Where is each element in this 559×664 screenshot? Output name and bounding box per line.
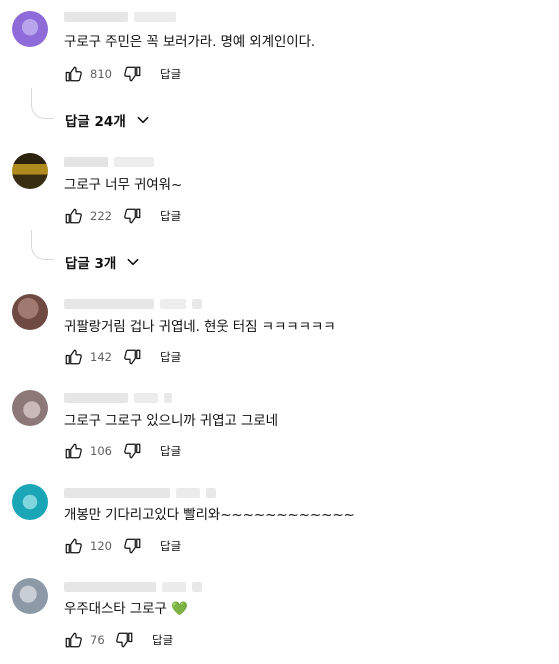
reply-button[interactable]: 답글 (160, 208, 181, 224)
author-handle-blurred[interactable] (64, 10, 176, 24)
like-count: 106 (90, 444, 112, 458)
comment-actions: 106 답글 (64, 441, 181, 461)
thumbs-up-icon[interactable] (64, 537, 82, 555)
author-handle-blurred[interactable] (64, 391, 172, 405)
comment-text: 우주대스타 그로구 💚 (64, 601, 188, 617)
author-handle-blurred[interactable] (64, 486, 216, 500)
comment-actions: 76 답글 (64, 630, 173, 650)
reply-button[interactable]: 답글 (160, 349, 181, 365)
reply-button[interactable]: 답글 (160, 538, 181, 554)
thumbs-up-icon[interactable] (64, 442, 82, 460)
avatar[interactable] (12, 484, 48, 520)
avatar[interactable] (12, 294, 48, 330)
reply-button[interactable]: 답글 (160, 66, 181, 82)
avatar[interactable] (12, 578, 48, 614)
comment-text: 귀팔랑거림 겁나 귀엽네. 현웃 터짐 ㅋㅋㅋㅋㅋㅋ (64, 319, 336, 335)
chevron-down-icon (137, 116, 149, 124)
chevron-down-icon (127, 258, 139, 266)
replies-count-label: 답글 24개 (65, 114, 126, 130)
view-replies-button[interactable]: 답글 3개 (65, 252, 140, 272)
reply-button[interactable]: 답글 (160, 443, 181, 459)
thumbs-up-icon[interactable] (64, 631, 82, 649)
like-count: 222 (90, 209, 112, 223)
like-count: 76 (90, 633, 105, 647)
comment-text: 그로구 그로구 있으니까 귀엽고 그로네 (64, 413, 278, 429)
thread-line (31, 88, 54, 119)
replies-count-label: 답글 3개 (65, 256, 117, 272)
avatar[interactable] (12, 11, 48, 47)
thumbs-down-icon[interactable] (116, 631, 134, 649)
thumbs-down-icon[interactable] (124, 442, 142, 460)
like-count: 142 (90, 350, 112, 364)
like-count: 120 (90, 539, 112, 553)
comment-text: 그로구 너무 귀여워~ (64, 177, 183, 193)
like-count: 810 (90, 67, 112, 81)
thumbs-up-icon[interactable] (64, 348, 82, 366)
reply-button[interactable]: 답글 (152, 632, 173, 648)
thumbs-up-icon[interactable] (64, 207, 82, 225)
avatar[interactable] (12, 390, 48, 426)
avatar[interactable] (12, 153, 48, 189)
comment-actions: 810 답글 (64, 64, 181, 84)
comment-actions: 142 답글 (64, 347, 181, 367)
comment-actions: 222 답글 (64, 206, 181, 226)
thumbs-up-icon[interactable] (64, 65, 82, 83)
thumbs-down-icon[interactable] (124, 65, 142, 83)
view-replies-button[interactable]: 답글 24개 (65, 110, 150, 130)
thumbs-down-icon[interactable] (124, 207, 142, 225)
thumbs-down-icon[interactable] (124, 348, 142, 366)
comment-actions: 120 답글 (64, 536, 181, 556)
author-handle-blurred[interactable] (64, 155, 154, 169)
comment-text: 구로구 주민은 꼭 보러가라. 명예 외계인이다. (64, 34, 316, 50)
author-handle-blurred[interactable] (64, 297, 202, 311)
thread-line (31, 230, 54, 260)
comment-text: 개봉만 기다리고있다 빨리와~~~~~~~~~~~~ (64, 507, 355, 523)
thumbs-down-icon[interactable] (124, 537, 142, 555)
author-handle-blurred[interactable] (64, 580, 202, 594)
